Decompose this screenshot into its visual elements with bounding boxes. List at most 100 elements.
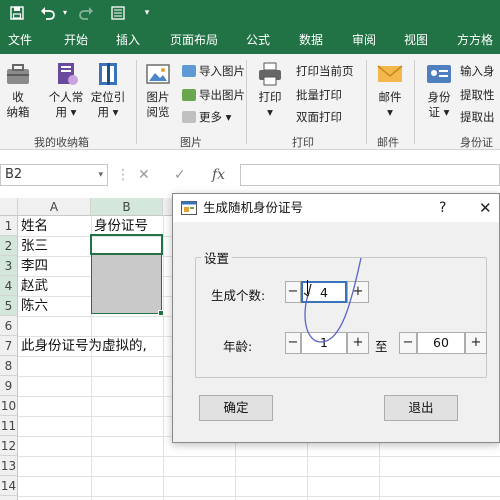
exit-button[interactable]: 退出 bbox=[384, 395, 458, 421]
formula-input[interactable] bbox=[240, 164, 500, 186]
print-current-page-button[interactable]: 打印当前页 bbox=[296, 64, 354, 78]
row-header-15[interactable]: 15 bbox=[0, 496, 18, 500]
close-icon[interactable]: ✕ bbox=[479, 194, 492, 222]
row-header-2[interactable]: 2 bbox=[0, 236, 18, 256]
age-min-decrement-button[interactable]: − bbox=[285, 332, 301, 354]
tab-fangfange[interactable]: 方方格 bbox=[457, 26, 493, 54]
locate-label-1: 定位引 bbox=[90, 90, 126, 104]
batch-print-button[interactable]: 批量打印 bbox=[296, 88, 342, 102]
collect-box-label-1: 收 bbox=[12, 90, 24, 104]
row-header-8[interactable]: 8 bbox=[0, 356, 18, 376]
extract-birth-button[interactable]: 提取出 bbox=[460, 110, 495, 124]
undo-icon[interactable] bbox=[38, 0, 58, 26]
row-header-5[interactable]: 5 bbox=[0, 296, 18, 316]
toolbox-icon bbox=[7, 64, 29, 84]
mail-button[interactable]: 邮件 ▾ bbox=[372, 60, 408, 120]
tab-page-layout[interactable]: 页面布局 bbox=[170, 26, 218, 54]
input-id-button[interactable]: 输入身 bbox=[460, 64, 495, 78]
age-max-increment-button[interactable]: + bbox=[465, 332, 487, 354]
dropdown-icon: ▾ bbox=[222, 110, 232, 124]
row-header-13[interactable]: 13 bbox=[0, 456, 18, 476]
chevron-down-icon: ▾ bbox=[98, 170, 103, 180]
import-image-button[interactable]: 导入图片 bbox=[182, 64, 245, 78]
dialog-title-bar[interactable]: 生成随机身份证号 ? ✕ bbox=[173, 194, 499, 222]
gridline bbox=[163, 216, 164, 500]
more-button[interactable]: 更多 ▾ bbox=[182, 110, 231, 124]
row-header-6[interactable]: 6 bbox=[0, 316, 18, 336]
mail-label: 邮件 bbox=[378, 90, 402, 104]
settings-group-label: 设置 bbox=[201, 248, 233, 267]
insert-function-icon[interactable]: fx bbox=[212, 164, 225, 186]
count-decrement-button[interactable]: − bbox=[285, 281, 301, 303]
cancel-icon[interactable]: ✕ bbox=[138, 164, 150, 186]
tab-home[interactable]: 开始 bbox=[64, 26, 88, 54]
ok-button[interactable]: 确定 bbox=[199, 395, 273, 421]
duplex-print-button[interactable]: 双面打印 bbox=[296, 110, 342, 124]
tab-insert[interactable]: 插入 bbox=[116, 26, 140, 54]
extract-gender-label: 提取性 bbox=[460, 88, 495, 102]
age-label: 年龄: bbox=[223, 339, 253, 354]
row-header-4[interactable]: 4 bbox=[0, 276, 18, 296]
form-icon[interactable] bbox=[108, 0, 128, 26]
row-header-12[interactable]: 12 bbox=[0, 436, 18, 456]
print-current-label: 打印当前页 bbox=[296, 64, 354, 78]
undo-dropdown-icon[interactable]: ▾ bbox=[60, 0, 70, 26]
age-range-to-label: 至 bbox=[375, 339, 388, 354]
tab-data[interactable]: 数据 bbox=[299, 26, 323, 54]
tab-review[interactable]: 审阅 bbox=[352, 26, 376, 54]
locate-reference-button[interactable]: 定位引 用 ▾ bbox=[88, 60, 128, 120]
form-app-icon bbox=[181, 201, 197, 215]
confirm-icon[interactable]: ✓ bbox=[174, 164, 186, 186]
id-card-button[interactable]: 身份 证 ▾ bbox=[422, 60, 456, 120]
row-header-7[interactable]: 7 bbox=[0, 336, 18, 356]
selection-range[interactable] bbox=[91, 254, 162, 314]
save-icon[interactable] bbox=[6, 0, 28, 26]
cell-a3[interactable]: 李四 bbox=[18, 256, 48, 276]
print-button[interactable]: 打印 ▾ bbox=[252, 60, 288, 120]
age-min-input[interactable]: 1 bbox=[301, 332, 347, 354]
tab-view[interactable]: 视图 bbox=[404, 26, 428, 54]
column-header-a[interactable]: A bbox=[18, 198, 91, 216]
image-view-label-2: 阅览 bbox=[146, 105, 170, 119]
count-increment-button[interactable]: + bbox=[347, 281, 369, 303]
age-max-decrement-button[interactable]: − bbox=[399, 332, 417, 354]
row-header-1[interactable]: 1 bbox=[0, 216, 18, 236]
customize-quick-access-icon[interactable]: ▾ bbox=[140, 0, 154, 26]
row-header-9[interactable]: 9 bbox=[0, 376, 18, 396]
image-view-button[interactable]: 图片 阅览 bbox=[140, 60, 176, 120]
print-label: 打印 bbox=[258, 90, 282, 104]
group-separator bbox=[246, 60, 247, 144]
export-image-button[interactable]: 导出图片 bbox=[182, 88, 245, 102]
cell-a2[interactable]: 张三 bbox=[18, 236, 48, 256]
cell-b1[interactable]: 身份证号 bbox=[91, 216, 148, 236]
redo-icon[interactable] bbox=[76, 0, 96, 26]
generate-id-dialog: 生成随机身份证号 ? ✕ 设置 生成个数: − 4 + 年龄: − 1 + 至 … bbox=[172, 193, 500, 443]
personal-label-1: 个人常 bbox=[48, 90, 84, 104]
name-box-value: B2 bbox=[5, 167, 23, 182]
import-image-label: 导入图片 bbox=[199, 64, 245, 78]
row-header-11[interactable]: 11 bbox=[0, 416, 18, 436]
printer-icon bbox=[259, 62, 281, 86]
dropdown-icon: ▾ bbox=[387, 105, 393, 119]
column-header-b[interactable]: B bbox=[91, 198, 163, 216]
select-all-corner[interactable] bbox=[0, 198, 18, 216]
cell-a1[interactable]: 姓名 bbox=[18, 216, 48, 236]
personal-common-button[interactable]: 个人常 用 ▾ bbox=[46, 60, 86, 120]
age-max-input[interactable]: 60 bbox=[417, 332, 465, 354]
help-button[interactable]: ? bbox=[439, 194, 446, 222]
cell-a5[interactable]: 陈六 bbox=[18, 296, 48, 316]
count-label: 生成个数: bbox=[211, 288, 266, 303]
tab-file[interactable]: 文件 bbox=[8, 26, 32, 54]
extract-gender-button[interactable]: 提取性 bbox=[460, 88, 495, 102]
row-header-10[interactable]: 10 bbox=[0, 396, 18, 416]
collect-box-button[interactable]: 收 纳箱 bbox=[2, 60, 34, 120]
tab-formulas[interactable]: 公式 bbox=[246, 26, 270, 54]
cell-a4[interactable]: 赵武 bbox=[18, 276, 48, 296]
name-box[interactable]: B2 ▾ bbox=[0, 164, 108, 186]
row-header-3[interactable]: 3 bbox=[0, 256, 18, 276]
age-min-increment-button[interactable]: + bbox=[347, 332, 369, 354]
fill-handle[interactable] bbox=[158, 310, 164, 316]
active-cell[interactable] bbox=[90, 234, 163, 255]
cell-a7[interactable]: 此身份证号为虚拟的, bbox=[18, 336, 147, 356]
row-header-14[interactable]: 14 bbox=[0, 476, 18, 496]
